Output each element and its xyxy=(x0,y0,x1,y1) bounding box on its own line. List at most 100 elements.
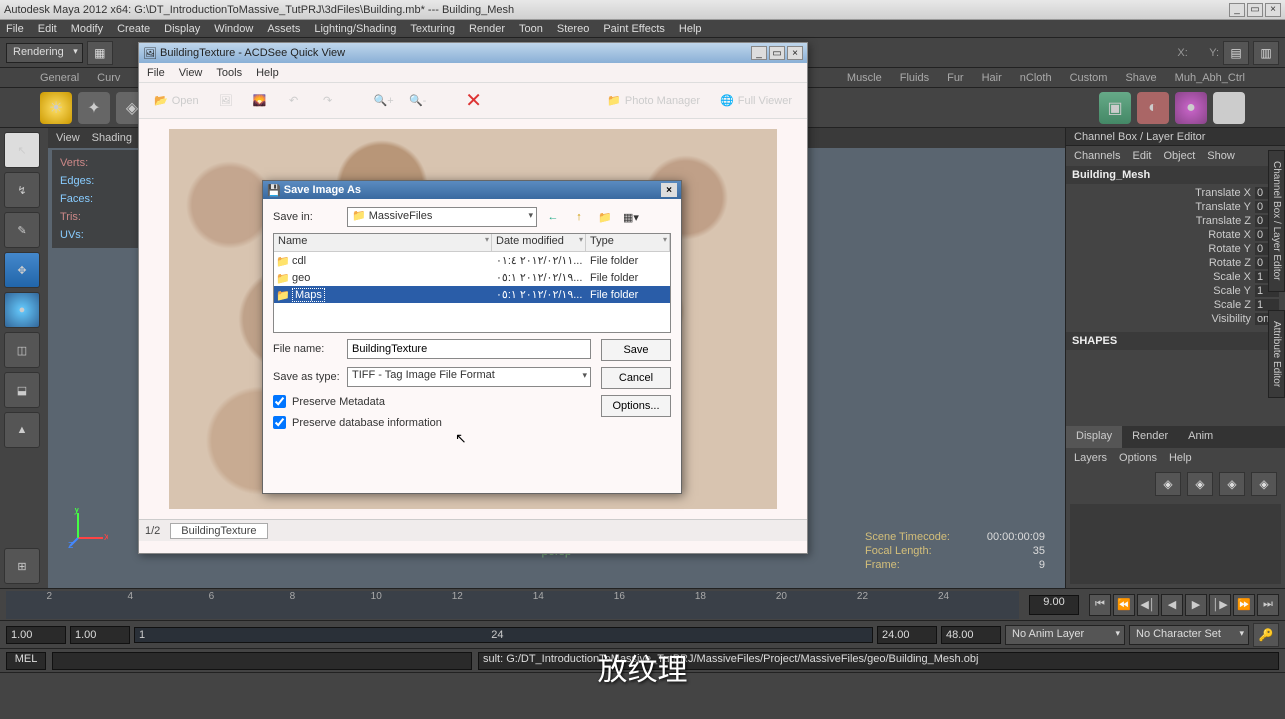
select-tool[interactable]: ↖ xyxy=(4,132,40,168)
timeline-ticks[interactable]: 2 4 6 8 10 12 14 16 18 20 22 24 xyxy=(6,591,1019,619)
ac-file[interactable]: File xyxy=(147,67,165,79)
step-back-button[interactable]: ◀│ xyxy=(1137,594,1159,616)
menu-stereo[interactable]: Stereo xyxy=(557,23,589,35)
full-viewer-button[interactable]: 🌐Full Viewer xyxy=(713,91,799,110)
layer-icon[interactable]: ◈ xyxy=(1155,472,1181,496)
menu-toon[interactable]: Toon xyxy=(519,23,543,35)
layers-help[interactable]: Help xyxy=(1169,452,1192,464)
image-tab[interactable]: BuildingTexture xyxy=(170,523,267,539)
shelf-tab-custom[interactable]: Custom xyxy=(1070,72,1108,84)
time-slider[interactable]: 2 4 6 8 10 12 14 16 18 20 22 24 9.00 ⏮ ⏪… xyxy=(0,588,1285,620)
shelf-icon[interactable]: ▣ xyxy=(1099,92,1131,124)
menu-painteffects[interactable]: Paint Effects xyxy=(603,23,665,35)
ch-channels[interactable]: Channels xyxy=(1074,150,1120,162)
tab-display[interactable]: Display xyxy=(1066,426,1122,448)
save-button[interactable]: Save xyxy=(601,339,671,361)
minimize-button[interactable]: _ xyxy=(1229,3,1245,17)
shelf-tab-fur[interactable]: Fur xyxy=(947,72,964,84)
char-set-dropdown[interactable]: No Character Set xyxy=(1129,625,1249,645)
photo-manager-button[interactable]: 📁Photo Manager xyxy=(600,91,707,110)
mode-dropdown[interactable]: Rendering xyxy=(6,43,83,63)
shelf-tab-ctrl[interactable]: Muh_Abh_Ctrl xyxy=(1175,72,1245,84)
range-slider[interactable]: 1 24 xyxy=(134,627,873,643)
menu-display[interactable]: Display xyxy=(164,23,200,35)
savetype-dropdown[interactable]: TIFF - Tag Image File Format xyxy=(347,367,591,387)
layout-4view[interactable]: ⊞ xyxy=(4,548,40,584)
layers-options[interactable]: Options xyxy=(1119,452,1157,464)
wallpaper-icon[interactable]: 🌄 xyxy=(246,87,274,115)
zoom-out-icon[interactable]: 🔍- xyxy=(404,87,432,115)
col-date[interactable]: Date modified xyxy=(492,234,586,251)
delete-icon[interactable]: ✕ xyxy=(460,87,488,115)
menu-texturing[interactable]: Texturing xyxy=(410,23,455,35)
shelf-tab-hair[interactable]: Hair xyxy=(982,72,1002,84)
vp-shading[interactable]: Shading xyxy=(92,132,132,144)
image-icon[interactable]: 🖼 xyxy=(212,87,240,115)
shelf-tab-shave[interactable]: Shave xyxy=(1125,72,1156,84)
step-forward-key-button[interactable]: ⏩ xyxy=(1233,594,1255,616)
close-button[interactable]: × xyxy=(1265,3,1281,17)
col-type[interactable]: Type xyxy=(586,234,670,251)
play-back-button[interactable]: ◀ xyxy=(1161,594,1183,616)
maximize-button[interactable]: ▭ xyxy=(1247,3,1263,17)
preserve-metadata-checkbox[interactable]: Preserve Metadata xyxy=(273,395,591,408)
options-button[interactable]: Options... xyxy=(601,395,671,417)
preserve-db-checkbox[interactable]: Preserve database information xyxy=(273,416,591,429)
cancel-button[interactable]: Cancel xyxy=(601,367,671,389)
scale-tool[interactable]: ◫ xyxy=(4,332,40,368)
menu-edit[interactable]: Edit xyxy=(38,23,57,35)
shelf-tab-fluids[interactable]: Fluids xyxy=(900,72,929,84)
menu-render[interactable]: Render xyxy=(469,23,505,35)
shelf-icon[interactable]: ✦ xyxy=(78,92,110,124)
view-menu-icon[interactable]: ▦▾ xyxy=(621,207,641,227)
menu-help[interactable]: Help xyxy=(679,23,702,35)
menu-file[interactable]: File xyxy=(6,23,24,35)
cmd-lang-label[interactable]: MEL xyxy=(6,652,46,670)
layer-icon[interactable]: ◈ xyxy=(1219,472,1245,496)
rotate-tool[interactable]: ● xyxy=(4,292,40,328)
menu-modify[interactable]: Modify xyxy=(71,23,103,35)
move-tool[interactable]: ✥ xyxy=(4,252,40,288)
manip-tool[interactable]: ⬓ xyxy=(4,372,40,408)
ch-show[interactable]: Show xyxy=(1207,150,1235,162)
tab-anim[interactable]: Anim xyxy=(1178,426,1223,448)
save-dialog-close-button[interactable]: × xyxy=(661,183,677,197)
ch-edit[interactable]: Edit xyxy=(1132,150,1151,162)
toolbar-icon[interactable]: ▦ xyxy=(87,41,113,65)
layer-list[interactable] xyxy=(1070,504,1281,584)
shelf-tab-general[interactable]: General xyxy=(40,72,79,84)
layer-icon[interactable]: ◈ xyxy=(1251,472,1277,496)
anim-start-field[interactable] xyxy=(6,626,66,644)
rotate-left-icon[interactable]: ↶ xyxy=(280,87,308,115)
acdsee-min-button[interactable]: _ xyxy=(751,46,767,60)
autokey-button[interactable]: 🔑 xyxy=(1253,623,1279,647)
tab-render[interactable]: Render xyxy=(1122,426,1178,448)
menu-assets[interactable]: Assets xyxy=(267,23,300,35)
rewind-start-button[interactable]: ⏮ xyxy=(1089,594,1111,616)
acdsee-max-button[interactable]: ▭ xyxy=(769,46,785,60)
menu-create[interactable]: Create xyxy=(117,23,150,35)
file-list[interactable]: Name Date modified Type cdl ٢٠١٢/٠٢/١١ ٠… xyxy=(273,233,671,333)
paint-icon[interactable]: 🖌 xyxy=(1213,92,1245,124)
light-icon[interactable]: ☀ xyxy=(40,92,72,124)
side-tab-channelbox[interactable]: Channel Box / Layer Editor xyxy=(1268,150,1285,292)
shelf-tab-ncloth[interactable]: nCloth xyxy=(1020,72,1052,84)
menu-window[interactable]: Window xyxy=(214,23,253,35)
savein-dropdown[interactable]: 📁 MassiveFiles xyxy=(347,207,537,227)
layers-menu[interactable]: Layers xyxy=(1074,452,1107,464)
tool-icon[interactable]: ▲ xyxy=(4,412,40,448)
filename-input[interactable] xyxy=(347,339,591,359)
layer-icon[interactable]: ◈ xyxy=(1187,472,1213,496)
current-frame-field[interactable]: 9.00 xyxy=(1029,595,1079,615)
rotate-right-icon[interactable]: ↷ xyxy=(314,87,342,115)
anim-layer-dropdown[interactable]: No Anim Layer xyxy=(1005,625,1125,645)
acdsee-close-button[interactable]: × xyxy=(787,46,803,60)
vp-view[interactable]: View xyxy=(56,132,80,144)
file-row[interactable]: geo ٢٠١٢/٠٢/١٩ ٠٥:١... File folder xyxy=(274,269,670,286)
object-name[interactable]: Building_Mesh xyxy=(1066,166,1285,184)
lasso-tool[interactable]: ↯ xyxy=(4,172,40,208)
play-forward-button[interactable]: ▶ xyxy=(1185,594,1207,616)
shelf-tab-muscle[interactable]: Muscle xyxy=(847,72,882,84)
col-name[interactable]: Name xyxy=(274,234,492,251)
zoom-in-icon[interactable]: 🔍+ xyxy=(370,87,398,115)
